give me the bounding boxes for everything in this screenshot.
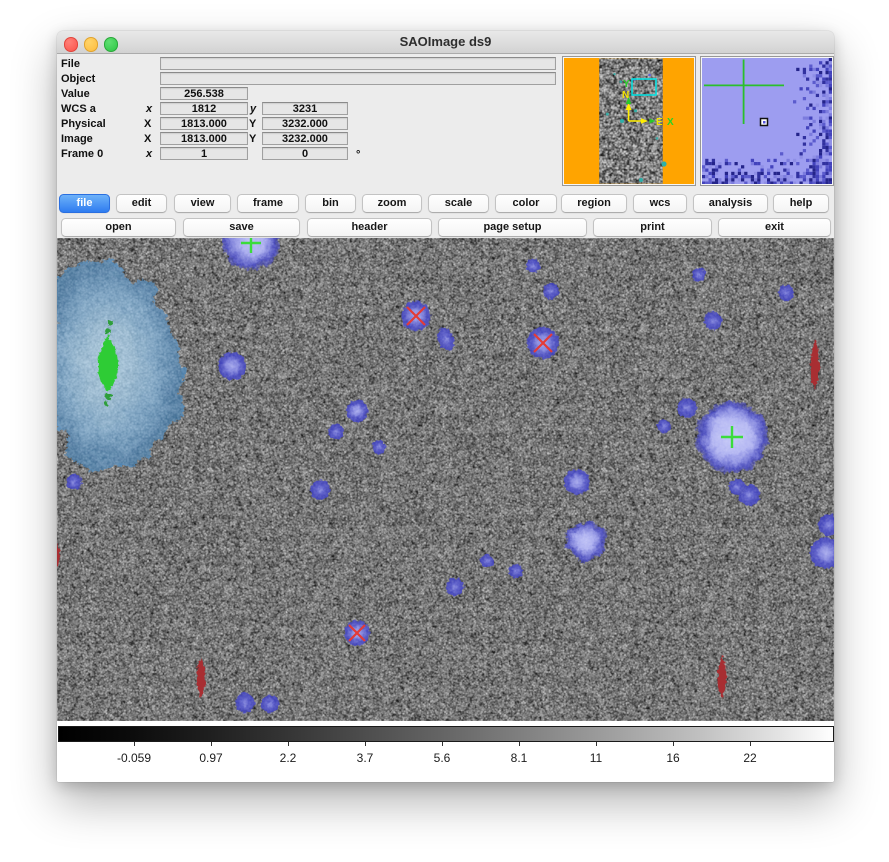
svg-text:E: E xyxy=(656,117,663,128)
svg-text:Y: Y xyxy=(623,79,630,90)
svg-text:X: X xyxy=(667,117,674,128)
svg-text:N: N xyxy=(622,90,629,101)
